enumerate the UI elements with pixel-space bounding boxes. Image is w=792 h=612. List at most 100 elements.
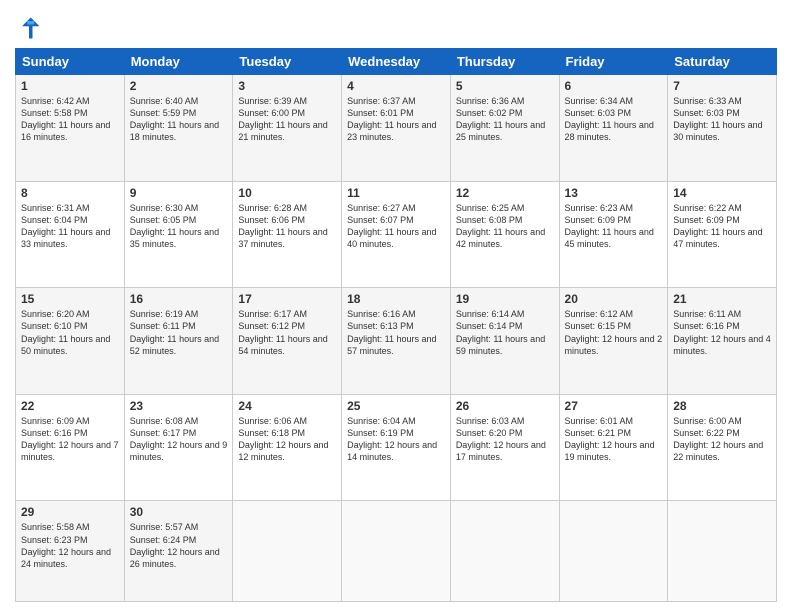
calendar-cell: 2 Sunrise: 6:40 AM Sunset: 5:59 PM Dayli…: [124, 75, 233, 182]
day-number: 21: [673, 292, 771, 306]
day-info: Sunrise: 6:39 AM Sunset: 6:00 PM Dayligh…: [238, 95, 336, 144]
logo-icon: [15, 14, 43, 42]
day-number: 14: [673, 186, 771, 200]
day-number: 13: [565, 186, 663, 200]
calendar-cell: 23 Sunrise: 6:08 AM Sunset: 6:17 PM Dayl…: [124, 394, 233, 501]
calendar-table: SundayMondayTuesdayWednesdayThursdayFrid…: [15, 48, 777, 602]
day-number: 23: [130, 399, 228, 413]
day-info: Sunrise: 6:08 AM Sunset: 6:17 PM Dayligh…: [130, 415, 228, 464]
calendar-cell: [450, 501, 559, 602]
calendar-cell: 22 Sunrise: 6:09 AM Sunset: 6:16 PM Dayl…: [16, 394, 125, 501]
day-info: Sunrise: 5:57 AM Sunset: 6:24 PM Dayligh…: [130, 521, 228, 570]
calendar-cell: 19 Sunrise: 6:14 AM Sunset: 6:14 PM Dayl…: [450, 288, 559, 395]
calendar-cell: 1 Sunrise: 6:42 AM Sunset: 5:58 PM Dayli…: [16, 75, 125, 182]
header: [15, 10, 777, 42]
calendar-cell: 28 Sunrise: 6:00 AM Sunset: 6:22 PM Dayl…: [668, 394, 777, 501]
calendar-cell: 6 Sunrise: 6:34 AM Sunset: 6:03 PM Dayli…: [559, 75, 668, 182]
day-info: Sunrise: 6:04 AM Sunset: 6:19 PM Dayligh…: [347, 415, 445, 464]
header-day-thursday: Thursday: [450, 49, 559, 75]
day-info: Sunrise: 6:33 AM Sunset: 6:03 PM Dayligh…: [673, 95, 771, 144]
logo: [15, 10, 47, 42]
calendar-cell: 5 Sunrise: 6:36 AM Sunset: 6:02 PM Dayli…: [450, 75, 559, 182]
day-info: Sunrise: 6:25 AM Sunset: 6:08 PM Dayligh…: [456, 202, 554, 251]
day-info: Sunrise: 6:40 AM Sunset: 5:59 PM Dayligh…: [130, 95, 228, 144]
calendar-cell: [668, 501, 777, 602]
calendar-cell: 7 Sunrise: 6:33 AM Sunset: 6:03 PM Dayli…: [668, 75, 777, 182]
day-number: 18: [347, 292, 445, 306]
calendar-cell: 13 Sunrise: 6:23 AM Sunset: 6:09 PM Dayl…: [559, 181, 668, 288]
day-number: 28: [673, 399, 771, 413]
day-info: Sunrise: 6:11 AM Sunset: 6:16 PM Dayligh…: [673, 308, 771, 357]
calendar-cell: 11 Sunrise: 6:27 AM Sunset: 6:07 PM Dayl…: [342, 181, 451, 288]
calendar-cell: 25 Sunrise: 6:04 AM Sunset: 6:19 PM Dayl…: [342, 394, 451, 501]
day-info: Sunrise: 6:22 AM Sunset: 6:09 PM Dayligh…: [673, 202, 771, 251]
day-number: 11: [347, 186, 445, 200]
day-info: Sunrise: 6:14 AM Sunset: 6:14 PM Dayligh…: [456, 308, 554, 357]
day-info: Sunrise: 6:28 AM Sunset: 6:06 PM Dayligh…: [238, 202, 336, 251]
day-info: Sunrise: 6:01 AM Sunset: 6:21 PM Dayligh…: [565, 415, 663, 464]
header-day-monday: Monday: [124, 49, 233, 75]
calendar-cell: 3 Sunrise: 6:39 AM Sunset: 6:00 PM Dayli…: [233, 75, 342, 182]
calendar-cell: 29 Sunrise: 5:58 AM Sunset: 6:23 PM Dayl…: [16, 501, 125, 602]
day-info: Sunrise: 6:37 AM Sunset: 6:01 PM Dayligh…: [347, 95, 445, 144]
day-number: 29: [21, 505, 119, 519]
day-info: Sunrise: 6:03 AM Sunset: 6:20 PM Dayligh…: [456, 415, 554, 464]
day-info: Sunrise: 6:31 AM Sunset: 6:04 PM Dayligh…: [21, 202, 119, 251]
day-number: 1: [21, 79, 119, 93]
calendar-cell: [559, 501, 668, 602]
day-number: 10: [238, 186, 336, 200]
day-info: Sunrise: 6:34 AM Sunset: 6:03 PM Dayligh…: [565, 95, 663, 144]
day-info: Sunrise: 5:58 AM Sunset: 6:23 PM Dayligh…: [21, 521, 119, 570]
calendar-cell: 30 Sunrise: 5:57 AM Sunset: 6:24 PM Dayl…: [124, 501, 233, 602]
day-number: 12: [456, 186, 554, 200]
day-number: 4: [347, 79, 445, 93]
day-info: Sunrise: 6:17 AM Sunset: 6:12 PM Dayligh…: [238, 308, 336, 357]
day-number: 24: [238, 399, 336, 413]
calendar-cell: 10 Sunrise: 6:28 AM Sunset: 6:06 PM Dayl…: [233, 181, 342, 288]
calendar-cell: 17 Sunrise: 6:17 AM Sunset: 6:12 PM Dayl…: [233, 288, 342, 395]
day-number: 30: [130, 505, 228, 519]
calendar-cell: 20 Sunrise: 6:12 AM Sunset: 6:15 PM Dayl…: [559, 288, 668, 395]
header-day-wednesday: Wednesday: [342, 49, 451, 75]
calendar-cell: 21 Sunrise: 6:11 AM Sunset: 6:16 PM Dayl…: [668, 288, 777, 395]
day-number: 20: [565, 292, 663, 306]
page: SundayMondayTuesdayWednesdayThursdayFrid…: [0, 0, 792, 612]
day-info: Sunrise: 6:06 AM Sunset: 6:18 PM Dayligh…: [238, 415, 336, 464]
calendar-cell: [342, 501, 451, 602]
day-number: 16: [130, 292, 228, 306]
day-info: Sunrise: 6:23 AM Sunset: 6:09 PM Dayligh…: [565, 202, 663, 251]
day-number: 7: [673, 79, 771, 93]
calendar-cell: 14 Sunrise: 6:22 AM Sunset: 6:09 PM Dayl…: [668, 181, 777, 288]
day-info: Sunrise: 6:16 AM Sunset: 6:13 PM Dayligh…: [347, 308, 445, 357]
header-row: SundayMondayTuesdayWednesdayThursdayFrid…: [16, 49, 777, 75]
day-number: 25: [347, 399, 445, 413]
day-number: 5: [456, 79, 554, 93]
calendar-cell: 15 Sunrise: 6:20 AM Sunset: 6:10 PM Dayl…: [16, 288, 125, 395]
calendar-cell: 9 Sunrise: 6:30 AM Sunset: 6:05 PM Dayli…: [124, 181, 233, 288]
calendar-cell: 12 Sunrise: 6:25 AM Sunset: 6:08 PM Dayl…: [450, 181, 559, 288]
calendar-cell: 18 Sunrise: 6:16 AM Sunset: 6:13 PM Dayl…: [342, 288, 451, 395]
day-info: Sunrise: 6:00 AM Sunset: 6:22 PM Dayligh…: [673, 415, 771, 464]
calendar-cell: 27 Sunrise: 6:01 AM Sunset: 6:21 PM Dayl…: [559, 394, 668, 501]
day-number: 8: [21, 186, 119, 200]
calendar-cell: 8 Sunrise: 6:31 AM Sunset: 6:04 PM Dayli…: [16, 181, 125, 288]
header-day-tuesday: Tuesday: [233, 49, 342, 75]
day-number: 2: [130, 79, 228, 93]
day-number: 6: [565, 79, 663, 93]
day-info: Sunrise: 6:36 AM Sunset: 6:02 PM Dayligh…: [456, 95, 554, 144]
day-info: Sunrise: 6:30 AM Sunset: 6:05 PM Dayligh…: [130, 202, 228, 251]
day-number: 9: [130, 186, 228, 200]
day-number: 22: [21, 399, 119, 413]
day-info: Sunrise: 6:20 AM Sunset: 6:10 PM Dayligh…: [21, 308, 119, 357]
calendar-cell: 26 Sunrise: 6:03 AM Sunset: 6:20 PM Dayl…: [450, 394, 559, 501]
day-number: 19: [456, 292, 554, 306]
day-number: 26: [456, 399, 554, 413]
day-number: 3: [238, 79, 336, 93]
day-info: Sunrise: 6:12 AM Sunset: 6:15 PM Dayligh…: [565, 308, 663, 357]
header-day-friday: Friday: [559, 49, 668, 75]
day-number: 27: [565, 399, 663, 413]
day-number: 17: [238, 292, 336, 306]
header-day-sunday: Sunday: [16, 49, 125, 75]
calendar-cell: 4 Sunrise: 6:37 AM Sunset: 6:01 PM Dayli…: [342, 75, 451, 182]
calendar-cell: 16 Sunrise: 6:19 AM Sunset: 6:11 PM Dayl…: [124, 288, 233, 395]
